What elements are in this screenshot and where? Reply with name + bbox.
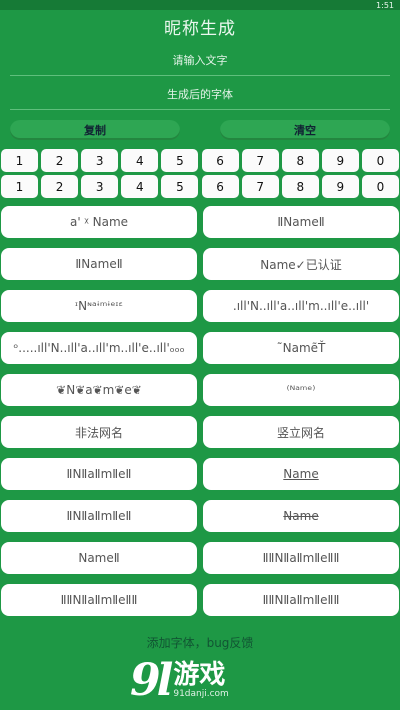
nickname-style-grid: a' ᵡ Name ⅡNameⅡ ⅡNameⅡ Name✓已认证 ᶦNᶰᵃᶤᵐᶤᵉᶦᵋ.…: [0, 206, 400, 616]
nickname-style-button[interactable]: .ıll'N..ıll'a..ıll'm..ıll'e..ıll': [203, 290, 399, 322]
nickname-style-label: ⅡⅡNⅡaⅡmⅡeⅡⅡ: [262, 551, 340, 565]
nickname-style-button[interactable]: 竖立网名: [203, 416, 399, 448]
nickname-style-label: 竖立网名: [276, 425, 325, 440]
nickname-style-label: ᶦNᶰᵃᶤᵐᶤᵉᶦᵋ: [75, 299, 123, 313]
nickname-style-button[interactable]: ⁽ᴺᵃᵐᵉ⁾: [203, 374, 399, 406]
nickname-style-button[interactable]: ⅡNⅡaⅡmⅡeⅡ: [1, 500, 197, 532]
output-field: 生成后的字体: [10, 78, 390, 110]
text-input[interactable]: 请输入文字: [10, 44, 390, 76]
nickname-style-label: ⅡNⅡaⅡmⅡeⅡ: [66, 509, 132, 523]
digit-keypad: 12345678901234567890: [0, 149, 400, 198]
nickname-style-label: 非法网名: [74, 425, 123, 440]
digit-row: 1234567890: [0, 175, 400, 198]
logo-mark: 9l: [130, 654, 173, 706]
nickname-style-button[interactable]: ❦N❦a❦m❦e❦: [1, 374, 197, 406]
nickname-style-button[interactable]: Name: [203, 500, 399, 532]
digit-key[interactable]: 1: [1, 149, 38, 172]
nickname-style-button[interactable]: ᵒ.....ıll'N..ıll'a..ıll'm..ıll'e..ıll'ₒₒ…: [1, 332, 197, 364]
page-title: 昵称生成: [164, 18, 236, 39]
nickname-style-button[interactable]: 非法网名: [1, 416, 197, 448]
digit-key[interactable]: 5: [161, 175, 199, 198]
nickname-style-button[interactable]: ⅡNameⅡ: [1, 248, 197, 280]
digit-key[interactable]: 2: [41, 175, 79, 198]
nickname-style-button[interactable]: ⅡNameⅡ: [203, 206, 399, 238]
digit-key[interactable]: 3: [81, 175, 119, 198]
footer-feedback-link[interactable]: 添加字体，bug反馈: [0, 632, 400, 652]
copy-button[interactable]: 复制: [10, 120, 180, 140]
nickname-style-button[interactable]: ⅡⅡNⅡaⅡmⅡeⅡⅡ: [1, 584, 197, 616]
digit-key[interactable]: 7: [241, 149, 279, 172]
nickname-style-label: ᵒ.....ıll'N..ıll'a..ıll'm..ıll'e..ıll'ₒₒ…: [13, 341, 185, 355]
digit-key[interactable]: 6: [201, 149, 239, 172]
digit-key[interactable]: 1: [1, 175, 38, 198]
status-time: 1:51: [376, 0, 394, 10]
logo-text: 游戏 91danji.com: [173, 661, 228, 699]
logo-name: 游戏: [173, 660, 226, 690]
logo-site: 91danji.com: [173, 689, 229, 699]
digit-key[interactable]: 0: [361, 175, 399, 198]
clear-button[interactable]: 清空: [220, 120, 390, 140]
nickname-style-label: Name: [283, 509, 319, 523]
nickname-style-button[interactable]: Name✓已认证: [203, 248, 399, 280]
nickname-style-label: ⅡNameⅡ: [277, 215, 325, 229]
nickname-style-label: ❦N❦a❦m❦e❦: [56, 383, 142, 397]
nickname-style-label: ˜NamẽŤ: [276, 341, 326, 355]
nickname-style-label: Name: [283, 467, 319, 481]
nickname-style-button[interactable]: NameⅡ: [1, 542, 197, 574]
nickname-style-label: Name✓已认证: [260, 257, 342, 272]
digit-key[interactable]: 0: [361, 149, 399, 172]
nickname-style-label: ⅡNⅡaⅡmⅡeⅡ: [66, 467, 132, 481]
nickname-style-button[interactable]: ⅡNⅡaⅡmⅡeⅡ: [1, 458, 197, 490]
nickname-style-label: NameⅡ: [78, 551, 120, 565]
digit-key[interactable]: 2: [41, 149, 79, 172]
digit-key[interactable]: 7: [241, 175, 279, 198]
digit-key[interactable]: 5: [161, 149, 199, 172]
nickname-style-button[interactable]: ᶦNᶰᵃᶤᵐᶤᵉᶦᵋ: [1, 290, 197, 322]
digit-row: 1234567890: [0, 149, 400, 172]
nickname-style-label: ⅡⅡNⅡaⅡmⅡeⅡⅡ: [262, 593, 340, 607]
digit-key[interactable]: 8: [281, 175, 319, 198]
site-watermark-logo: 9l 游戏 91danji.com: [130, 652, 280, 708]
nickname-style-button[interactable]: a' ᵡ Name: [1, 206, 197, 238]
nickname-style-button[interactable]: ⅡⅡNⅡaⅡmⅡeⅡⅡ: [203, 542, 399, 574]
digit-key[interactable]: 4: [121, 149, 159, 172]
digit-key[interactable]: 9: [321, 175, 359, 198]
nickname-style-label: a' ᵡ Name: [69, 215, 129, 229]
digit-key[interactable]: 6: [201, 175, 239, 198]
action-row: 复制 清空: [0, 120, 400, 146]
digit-key[interactable]: 8: [281, 149, 319, 172]
status-bar: 1:51: [0, 0, 400, 10]
digit-key[interactable]: 9: [321, 149, 359, 172]
nickname-style-button[interactable]: ⅡⅡNⅡaⅡmⅡeⅡⅡ: [203, 584, 399, 616]
digit-key[interactable]: 4: [121, 175, 159, 198]
nickname-style-label: .ıll'N..ıll'a..ıll'm..ıll'e..ıll': [232, 299, 370, 313]
nickname-style-label: ⅡⅡNⅡaⅡmⅡeⅡⅡ: [60, 593, 138, 607]
nickname-style-label: ⁽ᴺᵃᵐᵉ⁾: [286, 383, 316, 397]
nickname-style-label: ⅡNameⅡ: [75, 257, 123, 271]
nickname-style-button[interactable]: Name: [203, 458, 399, 490]
nickname-style-button[interactable]: ˜NamẽŤ: [203, 332, 399, 364]
digit-key[interactable]: 3: [81, 149, 119, 172]
